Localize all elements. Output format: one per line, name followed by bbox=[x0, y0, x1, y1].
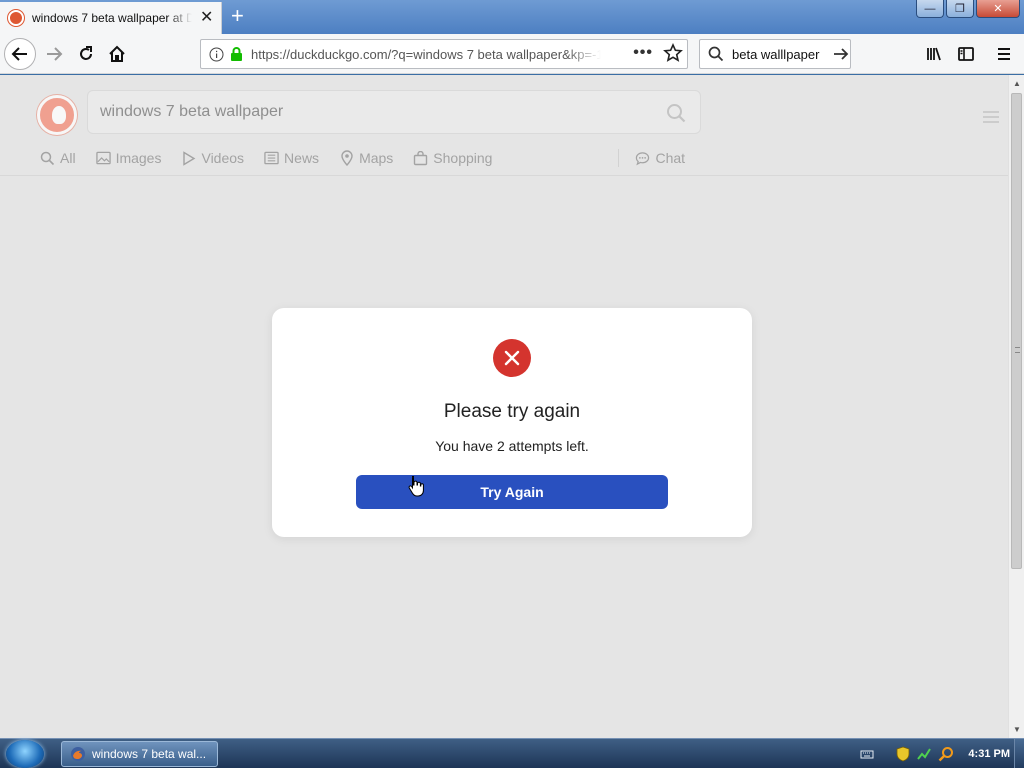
home-button[interactable] bbox=[101, 38, 133, 70]
scroll-up-arrow-icon[interactable]: ▲ bbox=[1013, 79, 1021, 88]
show-desktop-button[interactable] bbox=[1014, 739, 1024, 768]
reload-icon bbox=[80, 46, 92, 60]
tab-strip: windows 7 beta wallpaper at DuckDuckGo ✕… bbox=[0, 0, 1024, 34]
page-actions-menu[interactable]: ••• bbox=[633, 44, 653, 62]
browser-search-bar[interactable]: beta walllpaper bbox=[699, 39, 851, 69]
duckduckgo-logo-icon[interactable] bbox=[37, 95, 77, 135]
window-controls: — ❐ ✕ bbox=[916, 0, 1020, 18]
close-tab-icon[interactable]: ✕ bbox=[200, 10, 213, 26]
url-text: https://duckduckgo.com/?q=windows 7 beta… bbox=[251, 46, 601, 62]
tab-images[interactable]: Images bbox=[95, 150, 162, 166]
open-menu-button[interactable] bbox=[988, 38, 1020, 70]
tab-label: Chat bbox=[655, 150, 686, 166]
security-shield-icon[interactable] bbox=[896, 746, 910, 762]
tab-all[interactable]: All bbox=[40, 150, 76, 166]
go-arrow-icon[interactable] bbox=[832, 46, 850, 62]
tab-label: All bbox=[60, 150, 76, 166]
arrow-right-icon bbox=[47, 47, 63, 61]
hand-cursor-icon bbox=[408, 476, 424, 497]
navigation-toolbar: https://duckduckgo.com/?q=windows 7 beta… bbox=[0, 34, 1024, 74]
ddg-search-input[interactable]: windows 7 beta wallpaper bbox=[87, 90, 701, 134]
ddg-hamburger-menu-icon[interactable] bbox=[982, 110, 1000, 124]
attempts-message: You have 2 attempts left. bbox=[435, 438, 589, 454]
tab-label: Images bbox=[115, 150, 162, 166]
search-icon bbox=[708, 46, 724, 62]
map-pin-icon bbox=[339, 150, 354, 166]
tab-maps[interactable]: Maps bbox=[339, 150, 393, 166]
info-icon[interactable] bbox=[209, 47, 224, 62]
search-icon bbox=[40, 151, 55, 166]
forward-button[interactable] bbox=[38, 38, 70, 70]
hamburger-menu-icon bbox=[998, 48, 1010, 60]
start-button[interactable] bbox=[6, 740, 44, 768]
duckduckgo-favicon-icon bbox=[8, 10, 24, 26]
address-bar[interactable]: https://duckduckgo.com/?q=windows 7 beta… bbox=[200, 39, 688, 69]
new-tab-button[interactable]: + bbox=[231, 5, 244, 27]
tab-label: News bbox=[284, 150, 320, 166]
shopping-bag-icon bbox=[413, 150, 428, 166]
windows-taskbar: windows 7 beta wal... 4:31 PM bbox=[0, 738, 1024, 768]
error-x-icon bbox=[493, 339, 531, 377]
system-clock[interactable]: 4:31 PM bbox=[968, 748, 1010, 760]
tab-title: windows 7 beta wallpaper at DuckDuckGo bbox=[32, 11, 192, 25]
home-icon bbox=[109, 45, 125, 62]
tab-news[interactable]: News bbox=[264, 150, 319, 166]
system-tray: 4:31 PM bbox=[854, 739, 1024, 768]
keyboard-icon[interactable] bbox=[860, 748, 874, 760]
tabs-divider bbox=[618, 149, 620, 167]
browser-tab[interactable]: windows 7 beta wallpaper at DuckDuckGo ✕ bbox=[0, 2, 222, 34]
tab-label: Videos bbox=[201, 150, 245, 166]
tab-label: Maps bbox=[359, 150, 394, 166]
taskbar-firefox-item[interactable]: windows 7 beta wal... bbox=[61, 741, 218, 767]
tab-label: Shopping bbox=[433, 150, 493, 166]
try-again-button[interactable]: Try Again bbox=[356, 475, 668, 509]
firefox-icon bbox=[71, 747, 85, 761]
scroll-down-arrow-icon[interactable]: ▼ bbox=[1013, 725, 1021, 734]
bookmark-star-icon[interactable] bbox=[663, 43, 683, 63]
sidebar-icon bbox=[958, 47, 974, 61]
lock-icon bbox=[231, 46, 242, 61]
search-icon[interactable] bbox=[666, 103, 686, 123]
image-icon bbox=[95, 151, 111, 166]
tab-shopping[interactable]: Shopping bbox=[413, 150, 492, 166]
vertical-scrollbar[interactable]: ▲ ▼ bbox=[1008, 75, 1024, 738]
try-again-dialog: Please try again You have 2 attempts lef… bbox=[272, 308, 752, 537]
back-button[interactable] bbox=[4, 38, 36, 70]
taskbar-item-label: windows 7 beta wal... bbox=[92, 747, 207, 761]
search-query-text: windows 7 beta wallpaper bbox=[100, 103, 284, 120]
thumb-grip bbox=[1015, 347, 1020, 353]
search-tray-icon[interactable] bbox=[938, 746, 954, 762]
play-icon bbox=[181, 150, 196, 166]
network-icon[interactable] bbox=[916, 746, 932, 762]
restore-button[interactable]: ❐ bbox=[946, 0, 974, 18]
reload-button[interactable] bbox=[70, 38, 102, 70]
search-tabs: All Images Videos News Maps Shopping Cha… bbox=[40, 149, 705, 167]
close-window-button[interactable]: ✕ bbox=[976, 0, 1020, 18]
tab-videos[interactable]: Videos bbox=[181, 150, 244, 166]
chat-bubble-icon bbox=[635, 151, 650, 166]
duckduckgo-header: windows 7 beta wallpaper All Images Vide… bbox=[0, 75, 1008, 176]
library-icon bbox=[927, 47, 941, 61]
dialog-title: Please try again bbox=[443, 401, 581, 422]
minimize-button[interactable]: — bbox=[916, 0, 944, 18]
sidebar-toggle-button[interactable] bbox=[950, 38, 982, 70]
news-icon bbox=[264, 151, 279, 166]
page-content: windows 7 beta wallpaper All Images Vide… bbox=[0, 75, 1008, 738]
library-button[interactable] bbox=[918, 38, 950, 70]
tab-chat[interactable]: Chat bbox=[635, 150, 685, 166]
scrollbar-thumb[interactable] bbox=[1011, 93, 1022, 569]
search-bar-value: beta walllpaper bbox=[732, 46, 820, 62]
arrow-left-icon bbox=[11, 47, 27, 61]
